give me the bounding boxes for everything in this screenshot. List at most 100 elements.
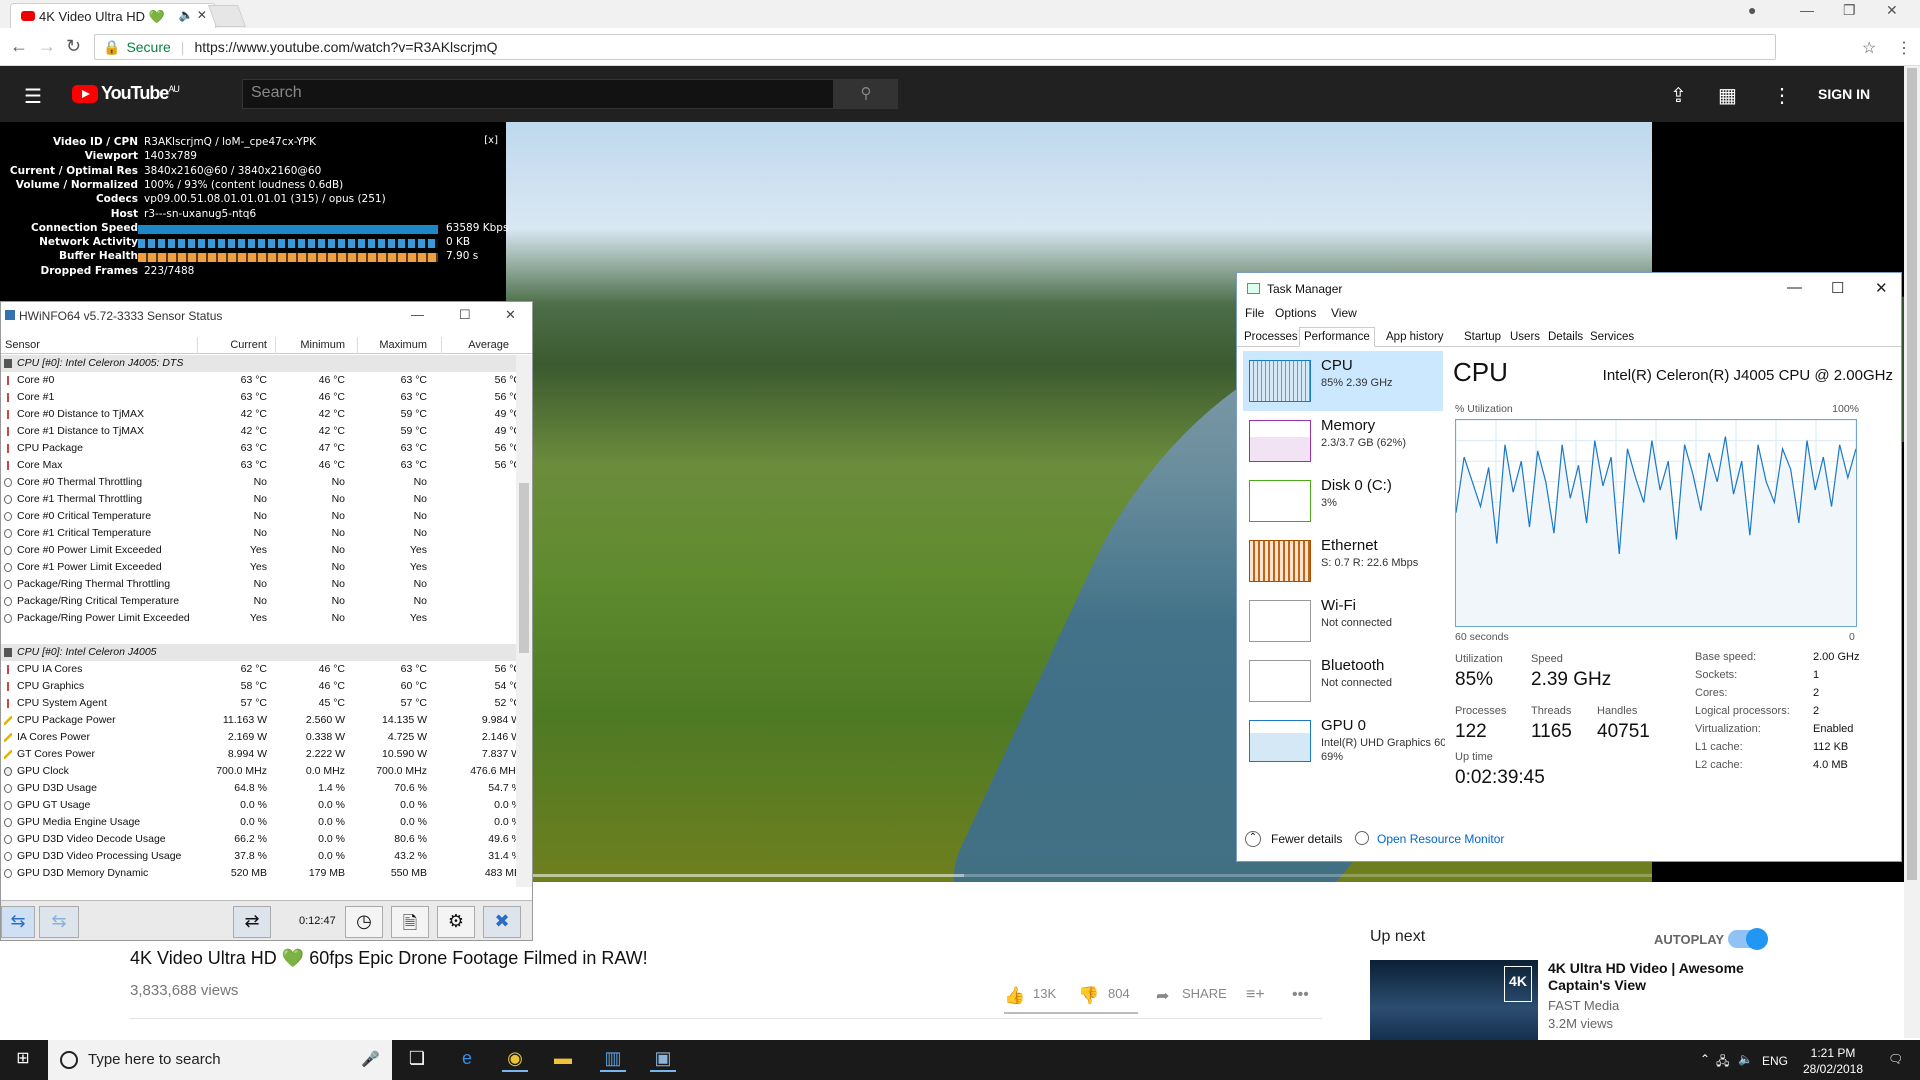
add-to-playlist-icon[interactable]: ≡+	[1246, 986, 1265, 1004]
column-header[interactable]: Maximum	[379, 339, 427, 351]
resource-ethernet[interactable]: Ethernet S: 0.7 R: 22.6 Mbps	[1243, 531, 1443, 591]
chrome-menu-icon[interactable]: ⋮	[1896, 38, 1912, 58]
sensor-row[interactable]: Core #1 Distance to TjMAX 42 °C 42 °C 59 °C…	[1, 423, 516, 440]
search-icon[interactable]: ⚲	[834, 79, 898, 109]
sensor-row[interactable]: CPU IA Cores 62 °C 46 °C 63 °C 56 °C	[1, 661, 516, 678]
sensor-row[interactable]: Package/Ring Power Limit Exceeded Yes No Ye…	[1, 610, 516, 627]
tab-users[interactable]: Users	[1505, 327, 1545, 347]
youtube-search-input[interactable]: Search	[242, 79, 834, 109]
hw-settings-gear-icon[interactable]: ⚙	[437, 906, 475, 938]
hwinfo-taskbar-icon[interactable]: ▣	[650, 1048, 676, 1072]
sensor-row[interactable]: GPU Media Engine Usage 0.0 % 0.0 % 0.0 % 0.0…	[1, 814, 516, 831]
hamburger-menu-icon[interactable]: ☰	[24, 84, 42, 109]
profile-icon[interactable]: ●	[1748, 2, 1756, 18]
taskbar-search[interactable]: Type here to search 🎤	[48, 1040, 392, 1080]
sensor-row[interactable]: Core #0 Power Limit Exceeded Yes No Yes	[1, 542, 516, 559]
column-header[interactable]: Minimum	[300, 339, 345, 351]
like-count[interactable]: 13K	[1033, 986, 1056, 1001]
sensor-row[interactable]: CPU Package 63 °C 47 °C 63 °C 56 °C	[1, 440, 516, 457]
tab-performance[interactable]: Performance	[1299, 327, 1375, 347]
hwinfo-scrollbar[interactable]	[516, 355, 532, 887]
sign-in-button[interactable]: SIGN IN	[1818, 86, 1870, 102]
back-icon[interactable]: ←	[10, 36, 28, 57]
next-video-title[interactable]: 4K Ultra HD Video | Awesome Captain's Vi…	[1548, 960, 1748, 994]
tm-maximize-icon[interactable]: ☐	[1831, 279, 1844, 297]
clock-date[interactable]: 28/02/2018	[1798, 1062, 1868, 1076]
edge-icon[interactable]: e	[454, 1048, 480, 1072]
tm-menu-item[interactable]: Options	[1275, 306, 1316, 320]
tab-app-history[interactable]: App history	[1381, 327, 1449, 347]
resource-memory[interactable]: Memory 2.3/3.7 GB (62%)	[1243, 411, 1443, 471]
browser-tab-youtube[interactable]: 4K Video Ultra HD 💚 🔈 ✕	[10, 3, 216, 28]
hw-close-icon[interactable]: ✕	[505, 307, 516, 323]
hw-network-icon[interactable]: ⇄	[233, 906, 271, 938]
resource-wi-fi[interactable]: Wi-Fi Not connected	[1243, 591, 1443, 651]
more-actions-icon[interactable]: •••	[1292, 986, 1309, 1004]
sensor-row[interactable]: Core #0 Thermal Throttling No No No	[1, 474, 516, 491]
sensor-row[interactable]: CPU Package Power 11.163 W 2.560 W 14.135 W…	[1, 712, 516, 729]
microphone-icon[interactable]: 🎤	[361, 1050, 380, 1068]
column-header[interactable]: Current	[230, 339, 267, 351]
task-view-icon[interactable]: ❏	[404, 1048, 430, 1072]
sensor-group-row[interactable]: CPU [#0]: Intel Celeron J4005	[1, 644, 516, 661]
chrome-icon[interactable]: ◉	[502, 1048, 528, 1072]
sensor-row[interactable]: GPU GT Usage 0.0 % 0.0 % 0.0 % 0.0 %	[1, 797, 516, 814]
clock-time[interactable]: 1:21 PM	[1798, 1046, 1868, 1060]
sensor-row[interactable]: GPU Clock 700.0 MHz 0.0 MHz 700.0 MHz 476.6 …	[1, 763, 516, 780]
hw-exit-icon[interactable]: ✖	[483, 906, 521, 938]
hwinfo-sensor-list[interactable]: CPU [#0]: Intel Celeron J4005: DTS Core #…	[1, 355, 516, 887]
network-icon[interactable]: 🖧	[1716, 1052, 1734, 1073]
sensor-row[interactable]	[1, 627, 516, 644]
dislike-icon[interactable]: 👎	[1078, 986, 1099, 1006]
dislike-count[interactable]: 804	[1108, 986, 1130, 1001]
next-video-channel[interactable]: FAST Media	[1548, 998, 1619, 1013]
forward-icon[interactable]: →	[38, 36, 56, 57]
tm-menu-item[interactable]: File	[1245, 306, 1264, 320]
tab-processes[interactable]: Processes	[1239, 327, 1303, 347]
resource-disk-0-c-[interactable]: Disk 0 (C:) 3%	[1243, 471, 1443, 531]
resource-gpu-0[interactable]: GPU 0 Intel(R) UHD Graphics 600 69%	[1243, 711, 1445, 771]
tray-chevron-icon[interactable]: ⌃	[1700, 1052, 1714, 1066]
language-indicator[interactable]: ENG	[1762, 1054, 1794, 1068]
tm-menu-item[interactable]: View	[1331, 306, 1357, 320]
theater-mode-icon[interactable]: ▭	[1830, 884, 1847, 905]
sensor-row[interactable]: GPU D3D Video Decode Usage 66.2 % 0.0 % 80.…	[1, 831, 516, 848]
sensor-row[interactable]: Package/Ring Thermal Throttling No No No	[1, 576, 516, 593]
tm-close-icon[interactable]: ✕	[1875, 279, 1888, 297]
sensor-row[interactable]: Package/Ring Critical Temperature No No No	[1, 593, 516, 610]
sensor-row[interactable]: Core Max 63 °C 46 °C 63 °C 56 °C	[1, 457, 516, 474]
column-header[interactable]: Sensor	[5, 339, 40, 351]
tab-startup[interactable]: Startup	[1459, 327, 1506, 347]
apps-grid-icon[interactable]: ▦	[1718, 83, 1737, 108]
sensor-row[interactable]: IA Cores Power 2.169 W 0.338 W 4.725 W 2.146…	[1, 729, 516, 746]
resource-cpu[interactable]: CPU 85% 2.39 GHz	[1243, 351, 1443, 411]
notifications-icon[interactable]: 🗨	[1888, 1052, 1908, 1066]
sensor-row[interactable]: GPU D3D Usage 64.8 % 1.4 % 70.6 % 54.7 %	[1, 780, 516, 797]
settings-dots-icon[interactable]: ⋮	[1772, 83, 1792, 108]
bookmark-star-icon[interactable]: ☆	[1862, 38, 1876, 58]
sensor-group-row[interactable]: CPU [#0]: Intel Celeron J4005: DTS	[1, 355, 516, 372]
restore-icon[interactable]: ❐	[1843, 2, 1856, 19]
share-icon[interactable]: ➦	[1156, 986, 1169, 1006]
tab-audio-close-icons[interactable]: 🔈 ✕	[179, 8, 207, 22]
autoplay-toggle[interactable]	[1728, 928, 1768, 950]
sensor-row[interactable]: Core #0 Distance to TjMAX 42 °C 42 °C 59 °C…	[1, 406, 516, 423]
chevron-up-icon[interactable]: ⌃	[1245, 831, 1261, 847]
url-field[interactable]: 🔒 Secure | https://www.youtube.com/watch?v=…	[94, 34, 1776, 60]
tab-details[interactable]: Details	[1543, 327, 1588, 347]
windows-start-icon[interactable]: ⊞	[10, 1048, 36, 1072]
hw-expand-icon[interactable]: ⇆	[39, 906, 79, 938]
sensor-row[interactable]: Core #0 Critical Temperature No No No	[1, 508, 516, 525]
youtube-logo[interactable]: YouTubeAU	[72, 83, 180, 104]
reload-icon[interactable]: ↻	[66, 36, 81, 57]
sensor-row[interactable]: Core #1 Critical Temperature No No No	[1, 525, 516, 542]
video-progress-bar[interactable]	[506, 874, 1652, 877]
next-video-thumbnail[interactable]: 4K	[1370, 960, 1538, 1040]
volume-icon[interactable]: 🔈	[1738, 1052, 1754, 1066]
sensor-row[interactable]: CPU System Agent 57 °C 45 °C 57 °C 52 °C	[1, 695, 516, 712]
hwinfo-window[interactable]: HWiNFO64 v5.72-3333 Sensor Status — ☐ ✕ …	[0, 301, 533, 941]
hw-log-icon[interactable]: 🗎	[391, 906, 429, 938]
hw-minimize-icon[interactable]: —	[411, 307, 424, 322]
column-header[interactable]: Average	[468, 339, 509, 351]
sensor-row[interactable]: GT Cores Power 8.994 W 2.222 W 10.590 W 7.83…	[1, 746, 516, 763]
